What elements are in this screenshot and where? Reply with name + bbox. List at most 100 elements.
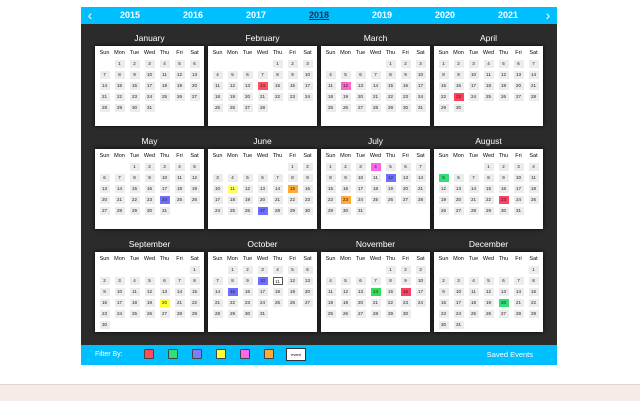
day-cell[interactable]: 11: [526, 172, 541, 183]
day-cell[interactable]: 24: [353, 194, 368, 205]
day-cell[interactable]: 7: [270, 172, 285, 183]
day-cell[interactable]: 21: [112, 194, 127, 205]
day-cell[interactable]: 10: [157, 172, 172, 183]
day-cell[interactable]: 22: [285, 194, 300, 205]
day-cell[interactable]: 7: [172, 275, 187, 286]
day-cell[interactable]: 18: [270, 286, 285, 297]
day-cell[interactable]: 19: [225, 91, 240, 102]
filter-color-swatch[interactable]: [168, 349, 178, 359]
day-cell[interactable]: 12: [240, 183, 255, 194]
day-cell[interactable]: 8: [383, 69, 398, 80]
day-cell[interactable]: 2: [300, 161, 315, 172]
day-cell[interactable]: 24: [112, 308, 127, 319]
day-cell[interactable]: 12: [225, 80, 240, 91]
day-cell[interactable]: 24: [511, 194, 526, 205]
filter-color-swatch[interactable]: [264, 349, 274, 359]
day-cell[interactable]: 18: [368, 183, 383, 194]
day-cell[interactable]: 28: [413, 194, 428, 205]
day-cell[interactable]: 30: [300, 205, 315, 216]
day-cell[interactable]: 20: [451, 194, 466, 205]
day-cell[interactable]: 11: [368, 172, 383, 183]
day-cell[interactable]: 22: [526, 297, 541, 308]
day-cell[interactable]: 16: [451, 80, 466, 91]
day-cell[interactable]: 29: [526, 308, 541, 319]
day-cell[interactable]: 27: [157, 308, 172, 319]
day-cell[interactable]: 30: [97, 319, 112, 330]
day-cell[interactable]: 26: [436, 205, 451, 216]
year-tab-2020[interactable]: 2020: [425, 7, 465, 24]
day-cell[interactable]: 28: [511, 308, 526, 319]
day-cell[interactable]: 26: [338, 102, 353, 113]
day-cell[interactable]: 1: [187, 264, 202, 275]
day-cell[interactable]: 9: [97, 286, 112, 297]
day-cell[interactable]: 18: [172, 183, 187, 194]
day-cell[interactable]: 8: [187, 275, 202, 286]
day-cell[interactable]: 23: [451, 91, 466, 102]
day-cell[interactable]: 21: [413, 183, 428, 194]
day-cell[interactable]: 17: [112, 297, 127, 308]
day-cell[interactable]: 20: [157, 297, 172, 308]
day-cell[interactable]: 6: [255, 172, 270, 183]
day-cell[interactable]: 10: [451, 286, 466, 297]
day-cell[interactable]: 17: [157, 183, 172, 194]
day-cell[interactable]: 25: [368, 194, 383, 205]
day-cell[interactable]: 6: [398, 161, 413, 172]
day-cell[interactable]: 20: [240, 91, 255, 102]
day-cell[interactable]: 7: [413, 161, 428, 172]
day-cell[interactable]: 1: [383, 264, 398, 275]
day-cell[interactable]: 3: [451, 275, 466, 286]
day-cell[interactable]: 7: [466, 172, 481, 183]
day-cell[interactable]: 20: [353, 91, 368, 102]
day-cell[interactable]: 13: [398, 172, 413, 183]
day-cell[interactable]: 21: [526, 80, 541, 91]
day-cell[interactable]: 4: [323, 69, 338, 80]
day-cell[interactable]: 18: [481, 80, 496, 91]
day-cell[interactable]: 1: [436, 58, 451, 69]
day-cell[interactable]: 10: [300, 69, 315, 80]
day-cell[interactable]: 28: [368, 308, 383, 319]
day-cell[interactable]: 28: [210, 308, 225, 319]
day-cell[interactable]: 17: [142, 80, 157, 91]
day-cell[interactable]: 18: [466, 297, 481, 308]
day-cell[interactable]: 25: [323, 308, 338, 319]
day-cell[interactable]: 15: [526, 286, 541, 297]
day-cell[interactable]: 2: [398, 264, 413, 275]
day-cell[interactable]: 10: [413, 275, 428, 286]
day-cell[interactable]: 9: [240, 275, 255, 286]
day-cell[interactable]: 16: [496, 183, 511, 194]
day-cell[interactable]: 16: [142, 183, 157, 194]
day-cell[interactable]: 30: [142, 205, 157, 216]
day-cell[interactable]: 8: [112, 69, 127, 80]
day-cell[interactable]: 1: [323, 161, 338, 172]
day-cell[interactable]: 18: [225, 194, 240, 205]
day-cell[interactable]: 19: [436, 194, 451, 205]
day-cell[interactable]: 27: [97, 205, 112, 216]
day-cell[interactable]: 3: [413, 264, 428, 275]
day-cell[interactable]: 16: [436, 297, 451, 308]
day-cell[interactable]: 17: [413, 286, 428, 297]
day-cell[interactable]: 12: [496, 69, 511, 80]
day-cell[interactable]: 12: [436, 183, 451, 194]
day-cell[interactable]: 4: [481, 58, 496, 69]
day-cell[interactable]: 19: [338, 91, 353, 102]
day-cell[interactable]: 29: [225, 308, 240, 319]
day-cell[interactable]: 22: [187, 297, 202, 308]
day-cell[interactable]: 13: [157, 286, 172, 297]
day-cell[interactable]: 20: [353, 297, 368, 308]
day-cell[interactable]: 23: [436, 308, 451, 319]
day-cell[interactable]: 16: [97, 297, 112, 308]
day-cell[interactable]: 18: [323, 91, 338, 102]
day-cell[interactable]: 5: [436, 172, 451, 183]
day-cell[interactable]: 29: [112, 102, 127, 113]
day-cell[interactable]: 20: [496, 297, 511, 308]
day-cell[interactable]: 16: [285, 80, 300, 91]
day-cell[interactable]: 27: [353, 308, 368, 319]
day-cell[interactable]: 23: [240, 297, 255, 308]
day-cell[interactable]: 27: [300, 297, 315, 308]
day-cell[interactable]: 26: [481, 308, 496, 319]
day-cell[interactable]: 7: [368, 69, 383, 80]
day-cell[interactable]: 16: [127, 80, 142, 91]
day-cell[interactable]: 11: [270, 275, 285, 286]
day-cell[interactable]: 5: [225, 69, 240, 80]
day-cell[interactable]: 15: [112, 80, 127, 91]
